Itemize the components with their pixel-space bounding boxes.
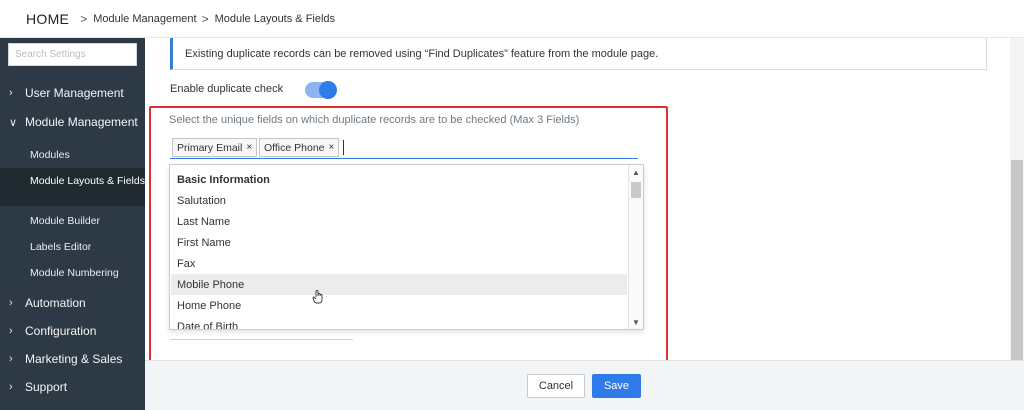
sidebar-item-marketing-sales[interactable]: › Marketing & Sales: [0, 352, 145, 366]
tag-label: Primary Email: [177, 141, 243, 154]
info-banner-text: Existing duplicate records can be remove…: [185, 48, 659, 60]
page-scrollbar-thumb[interactable]: [1011, 160, 1023, 360]
chevron-right-icon: ›: [9, 381, 13, 393]
dropdown-option-hovered[interactable]: Mobile Phone: [171, 274, 627, 295]
sidebar-subitem-modules[interactable]: Modules: [0, 148, 145, 162]
option-group-header: Basic Information: [177, 173, 270, 186]
field-underline: [170, 339, 353, 340]
dropdown-option[interactable]: Salutation: [171, 190, 627, 211]
dropdown-option[interactable]: First Name: [171, 232, 627, 253]
sidebar-item-label: Support: [25, 380, 68, 394]
breadcrumb-current: Module Layouts & Fields: [214, 12, 336, 25]
sidebar-item-support[interactable]: › Support: [0, 380, 145, 394]
selected-field-tag: Office Phone ×: [259, 138, 340, 157]
chevron-down-icon: ∨: [9, 116, 18, 129]
sidebar-item-label: Configuration: [25, 324, 97, 338]
breadcrumb-home[interactable]: HOME: [26, 11, 69, 27]
sidebar: › User Management ∨ Module Management Mo…: [0, 38, 145, 410]
app: HOME > Module Management > Module Layout…: [0, 0, 1024, 410]
sidebar-subitem-module-numbering[interactable]: Module Numbering: [0, 266, 145, 280]
dropdown-option[interactable]: Last Name: [171, 211, 627, 232]
sidebar-item-label: Module Management: [25, 115, 138, 129]
chevron-right-icon: ›: [9, 87, 13, 99]
sidebar-subitem-module-builder[interactable]: Module Builder: [0, 214, 145, 228]
save-button[interactable]: Save: [592, 374, 641, 398]
sidebar-item-automation[interactable]: › Automation: [0, 296, 145, 310]
dropdown-option[interactable]: Home Phone: [171, 295, 627, 316]
chevron-right-icon: ›: [9, 353, 13, 365]
breadcrumb: HOME > Module Management > Module Layout…: [0, 0, 1024, 38]
dropdown-option[interactable]: Fax: [171, 253, 627, 274]
chevron-right-icon: ›: [9, 297, 13, 309]
sidebar-subitem-labels-editor[interactable]: Labels Editor: [0, 240, 145, 254]
sidebar-item-label: User Management: [25, 86, 124, 100]
field-options-dropdown: Basic Information Salutation Last Name F…: [169, 164, 644, 330]
sidebar-item-user-management[interactable]: › User Management: [0, 86, 145, 100]
duplicate-check-label: Enable duplicate check: [170, 83, 284, 95]
breadcrumb-separator: >: [201, 11, 209, 26]
sidebar-item-configuration[interactable]: › Configuration: [0, 324, 145, 338]
scroll-up-icon[interactable]: ▲: [632, 168, 640, 177]
cancel-button[interactable]: Cancel: [527, 374, 585, 398]
tag-label: Office Phone: [264, 141, 325, 154]
sidebar-subitem-module-layouts-fields[interactable]: Module Layouts & Fields: [0, 168, 145, 206]
breadcrumb-module-management[interactable]: Module Management: [93, 13, 196, 25]
dropdown-scrollbar-thumb[interactable]: [631, 182, 641, 198]
remove-tag-icon[interactable]: ×: [246, 142, 252, 153]
remove-tag-icon[interactable]: ×: [329, 142, 335, 153]
sidebar-item-label: Automation: [25, 296, 86, 310]
hand-pointer-icon: [312, 290, 323, 304]
sidebar-item-label: Marketing & Sales: [25, 352, 123, 366]
chevron-right-icon: ›: [9, 325, 13, 337]
text-caret: [343, 140, 344, 155]
toggle-knob: [319, 81, 337, 99]
breadcrumb-separator: >: [80, 11, 88, 26]
info-banner: Existing duplicate records can be remove…: [170, 38, 987, 70]
unique-fields-hint: Select the unique fields on which duplic…: [169, 114, 580, 126]
settings-search-input[interactable]: [8, 43, 137, 66]
selected-field-tag: Primary Email ×: [172, 138, 258, 157]
unique-fields-select[interactable]: Primary Email × Office Phone ×: [170, 138, 638, 159]
dropdown-scrollbar[interactable]: ▲ ▼: [628, 165, 643, 329]
scroll-down-icon[interactable]: ▼: [632, 318, 640, 327]
sidebar-item-module-management[interactable]: ∨ Module Management: [0, 115, 145, 129]
duplicate-check-toggle[interactable]: [305, 81, 337, 99]
dropdown-option[interactable]: Date of Birth: [171, 316, 627, 330]
